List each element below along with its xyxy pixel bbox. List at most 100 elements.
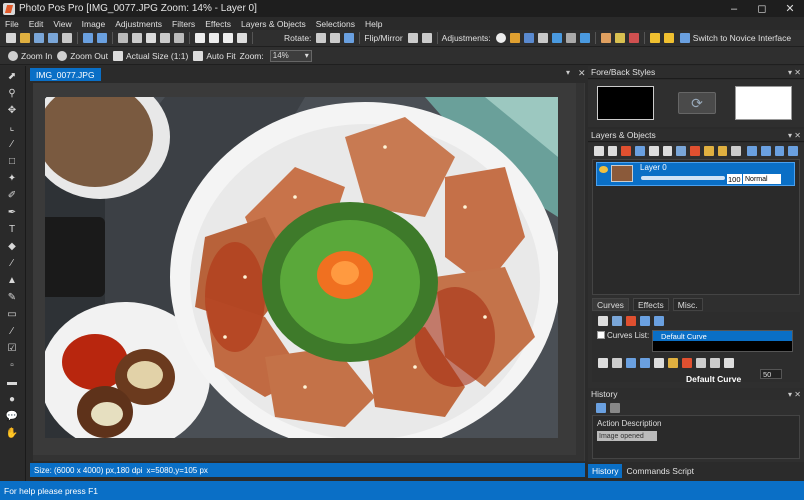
background-color-swatch[interactable] [735, 86, 792, 120]
menu-edit[interactable]: Edit [24, 19, 49, 29]
visibility-eye-icon[interactable] [599, 166, 608, 173]
curve-down-icon[interactable] [654, 316, 664, 326]
photo-effect-icon[interactable] [600, 33, 611, 43]
novice-mode-icon[interactable] [679, 33, 690, 43]
save-icon[interactable] [34, 33, 44, 43]
paste-new-icon[interactable] [160, 33, 170, 43]
layer-opacity-input[interactable]: 100 [727, 174, 742, 184]
menu-view[interactable]: View [48, 19, 76, 29]
layer-group-icon[interactable] [703, 146, 714, 156]
panel-controls-icon[interactable]: ▾ ✕ [788, 68, 801, 77]
horizontal-scrollbar[interactable] [33, 455, 576, 461]
flatten-icon[interactable] [662, 146, 673, 156]
new-file-icon[interactable] [6, 33, 16, 43]
actual-size-icon[interactable] [112, 50, 123, 61]
copy-icon[interactable] [132, 33, 142, 43]
duplicate-layer-icon[interactable] [607, 146, 618, 156]
layer-save-icon[interactable] [676, 146, 687, 156]
lightning-icon[interactable] [663, 33, 674, 43]
print-icon[interactable] [62, 33, 72, 43]
move-top-icon[interactable] [788, 146, 799, 156]
levels-icon[interactable] [509, 33, 520, 43]
blend-mode-select[interactable]: Normal [743, 174, 781, 184]
line-tool-icon[interactable]: ∕ [5, 256, 19, 270]
saturation-drop-icon[interactable] [579, 33, 590, 43]
rotate-left-icon[interactable] [316, 33, 327, 43]
minimize-button[interactable]: – [720, 0, 748, 17]
sharpen-icon[interactable] [565, 33, 576, 43]
tab-misc[interactable]: Misc. [672, 298, 703, 311]
curve-up-icon[interactable] [640, 316, 650, 326]
menu-layers-objects[interactable]: Layers & Objects [236, 19, 311, 29]
text-tool-icon[interactable]: T [5, 222, 19, 236]
menu-filters[interactable]: Filters [167, 19, 200, 29]
star-icon[interactable] [649, 33, 660, 43]
zoom-dropdown[interactable]: 14% ▾ [269, 49, 312, 62]
crop-tool-icon[interactable]: ⌞ [5, 120, 19, 134]
magic-wand-tool-icon[interactable]: ✦ [5, 171, 19, 185]
gradient-tool-icon[interactable]: ▬ [5, 375, 19, 389]
fill-tool-icon[interactable]: ▲ [5, 273, 19, 287]
close-button[interactable]: ✕ [776, 0, 804, 17]
document-tab[interactable]: IMG_0077.JPG [30, 68, 101, 81]
flip-vertical-icon[interactable] [421, 33, 432, 43]
menu-image[interactable]: Image [77, 19, 111, 29]
shape-tool-icon[interactable]: ◆ [5, 239, 19, 253]
swap-colors-button[interactable]: ⟳ [678, 92, 716, 114]
save-as-icon[interactable] [48, 33, 58, 43]
layer-clear-icon[interactable] [690, 146, 700, 156]
auto-fit-button[interactable]: Auto Fit [206, 51, 235, 61]
select-all-icon[interactable] [195, 33, 205, 43]
curve-mirror-icon[interactable] [654, 358, 664, 368]
delete-icon[interactable] [174, 33, 184, 43]
rotate-right-icon[interactable] [330, 33, 341, 43]
curve-delete-icon[interactable] [626, 316, 636, 326]
resize-icon[interactable] [237, 33, 247, 43]
menu-help[interactable]: Help [360, 19, 387, 29]
panel-controls-icon[interactable]: ▾ ✕ [788, 131, 801, 140]
brush-tool-icon[interactable]: ✎ [5, 290, 19, 304]
tab-curves[interactable]: Curves [592, 298, 629, 311]
tab-commands-script[interactable]: Commands Script [622, 464, 698, 478]
clone-tool-icon[interactable]: ☑ [5, 341, 19, 355]
menu-adjustments[interactable]: Adjustments [110, 19, 167, 29]
menu-file[interactable]: File [0, 19, 24, 29]
rect-select-tool-icon[interactable]: □ [5, 154, 19, 168]
layer-opacity-slider[interactable] [641, 176, 725, 180]
flip-horizontal-icon[interactable] [407, 33, 418, 43]
curve-reset-icon[interactable] [724, 358, 734, 368]
tab-history[interactable]: History [588, 464, 623, 478]
pin-icon[interactable]: ▾ [566, 68, 570, 77]
contrast-icon[interactable] [495, 33, 506, 43]
merge-layer-icon[interactable] [648, 146, 659, 156]
paste-icon[interactable] [146, 33, 156, 43]
close-document-icon[interactable]: ✕ [578, 68, 586, 79]
deselect-icon[interactable] [209, 33, 219, 43]
curve-save-icon[interactable] [598, 316, 608, 326]
cut-icon[interactable] [118, 33, 128, 43]
curve-load-icon[interactable] [612, 316, 622, 326]
delete-layer-icon[interactable] [621, 146, 632, 156]
panel-controls-icon[interactable]: ▾ ✕ [788, 390, 801, 399]
foreground-color-swatch[interactable] [597, 86, 654, 120]
curves-list-item[interactable]: Default Curve [653, 331, 792, 341]
zoom-tool-icon[interactable]: ⚲ [5, 86, 19, 100]
speech-bubble-tool-icon[interactable]: 💬 [5, 409, 19, 423]
rotate-free-icon[interactable] [344, 33, 355, 43]
blur-tool-icon[interactable]: ● [5, 392, 19, 406]
photo-canvas[interactable] [45, 97, 558, 438]
vertical-scrollbar[interactable] [576, 83, 584, 461]
curve-style-icon[interactable] [612, 358, 622, 368]
zoom-in-icon[interactable] [8, 50, 18, 61]
move-down-icon[interactable] [747, 146, 757, 156]
switch-novice-button[interactable]: Switch to Novice Interface [693, 33, 791, 43]
redo-icon[interactable] [97, 33, 107, 43]
tint-drop-icon[interactable] [551, 33, 562, 43]
gradient-icon[interactable] [614, 33, 625, 43]
pointer-tool-icon[interactable]: ⬈ [5, 69, 19, 83]
move-bottom-icon[interactable] [760, 146, 771, 156]
new-layer-icon[interactable] [594, 146, 604, 156]
layer-ungroup-icon[interactable] [717, 146, 728, 156]
menu-selections[interactable]: Selections [311, 19, 360, 29]
undo-icon[interactable] [83, 33, 93, 43]
